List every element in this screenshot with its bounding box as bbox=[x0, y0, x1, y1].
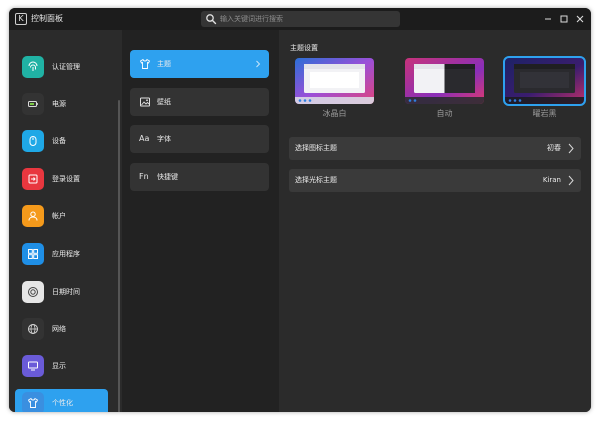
sidebar-item-label: 日期时间 bbox=[52, 288, 80, 296]
user-icon bbox=[22, 205, 44, 227]
font-icon: Aa bbox=[139, 134, 150, 143]
maximize-button[interactable] bbox=[558, 13, 570, 25]
sidebar-item-label: 认证管理 bbox=[52, 63, 80, 71]
sidebar-scrollbar[interactable] bbox=[118, 100, 120, 412]
sidebar-item-auth[interactable]: 认证管理 bbox=[15, 53, 108, 82]
shirt-icon bbox=[139, 58, 151, 69]
subitem-wallpaper[interactable]: 壁纸 bbox=[130, 88, 269, 116]
fingerprint-icon bbox=[22, 56, 44, 78]
close-button[interactable] bbox=[574, 13, 586, 25]
theme-thumbnail[interactable] bbox=[405, 58, 484, 104]
sidebar-item-personalization[interactable]: 个性化 bbox=[15, 389, 108, 412]
theme-thumbnail[interactable] bbox=[295, 58, 374, 104]
chevron-right-icon bbox=[568, 143, 574, 154]
theme-thumbnail[interactable] bbox=[503, 56, 586, 106]
monitor-icon bbox=[22, 355, 44, 377]
row-label: 选择图标主题 bbox=[295, 144, 337, 152]
chevron-right-icon bbox=[256, 60, 261, 68]
main-content: 主题设置 冰晶白 自动 曜岩黑 选择图标主题 初春 选择光标主题 Kiran bbox=[279, 30, 591, 412]
sidebar-item-label: 网络 bbox=[52, 325, 66, 333]
sidebar-item-devices[interactable]: 设备 bbox=[15, 127, 108, 156]
sidebar-item-display[interactable]: 显示 bbox=[15, 352, 108, 381]
mouse-icon bbox=[22, 130, 44, 152]
subitem-label: 字体 bbox=[157, 135, 171, 143]
theme-option-dark[interactable]: 曜岩黑 bbox=[503, 56, 586, 133]
chevron-right-icon bbox=[568, 175, 574, 186]
apps-icon bbox=[22, 243, 44, 265]
sidebar-item-label: 登录设置 bbox=[52, 175, 80, 183]
sidebar-item-datetime[interactable]: 日期时间 bbox=[15, 278, 108, 307]
subitem-font[interactable]: Aa 字体 bbox=[130, 125, 269, 153]
subitem-shortcuts[interactable]: Fn 快捷键 bbox=[130, 163, 269, 191]
theme-label: 自动 bbox=[436, 109, 453, 118]
sub-panel: 主题 壁纸 Aa 字体 Fn 快捷键 bbox=[122, 30, 279, 412]
search-box[interactable]: 输入关键词进行搜索 bbox=[201, 11, 400, 27]
theme-label: 曜岩黑 bbox=[532, 109, 557, 118]
row-value: Kiran bbox=[542, 176, 561, 184]
sidebar-item-label: 设备 bbox=[52, 137, 66, 145]
function-key-icon: Fn bbox=[139, 172, 149, 181]
row-value: 初春 bbox=[547, 144, 561, 152]
sidebar-item-label: 个性化 bbox=[52, 399, 73, 407]
minimize-button[interactable] bbox=[542, 13, 554, 25]
subitem-label: 主题 bbox=[157, 60, 171, 68]
sidebar-item-label: 显示 bbox=[52, 362, 66, 370]
sidebar-item-apps[interactable]: 应用程序 bbox=[15, 240, 108, 269]
icon-theme-row[interactable]: 选择图标主题 初春 bbox=[289, 137, 581, 160]
theme-option-light[interactable]: 冰晶白 bbox=[295, 58, 374, 133]
sidebar-item-label: 应用程序 bbox=[52, 250, 80, 258]
sidebar-item-label: 帐户 bbox=[52, 212, 66, 220]
window-title: 控制面板 bbox=[31, 14, 63, 23]
sidebar-item-account[interactable]: 帐户 bbox=[15, 202, 108, 231]
theme-option-auto[interactable]: 自动 bbox=[405, 58, 484, 133]
row-label: 选择光标主题 bbox=[295, 176, 337, 184]
theme-label: 冰晶白 bbox=[322, 109, 347, 118]
sidebar-item-network[interactable]: 网络 bbox=[15, 315, 108, 344]
shirt-icon bbox=[22, 392, 44, 412]
control-panel-window: K 控制面板 输入关键词进行搜索 认证管理 电源 设备 登录设置 帐户 应用程序… bbox=[9, 8, 591, 412]
globe-icon bbox=[22, 318, 44, 340]
app-logo-icon: K bbox=[15, 13, 27, 25]
search-icon bbox=[206, 14, 217, 25]
sidebar-item-login[interactable]: 登录设置 bbox=[15, 165, 108, 194]
subitem-theme[interactable]: 主题 bbox=[130, 50, 269, 78]
image-icon bbox=[140, 97, 150, 107]
sidebar: 认证管理 电源 设备 登录设置 帐户 应用程序 日期时间 网络 显示 个性化 bbox=[9, 30, 122, 412]
cursor-theme-row[interactable]: 选择光标主题 Kiran bbox=[289, 169, 581, 192]
battery-icon bbox=[22, 93, 44, 115]
clock-icon bbox=[22, 281, 44, 303]
subitem-label: 壁纸 bbox=[157, 98, 171, 106]
login-icon bbox=[22, 168, 44, 190]
search-input[interactable]: 输入关键词进行搜索 bbox=[220, 14, 283, 24]
sidebar-item-power[interactable]: 电源 bbox=[15, 90, 108, 119]
section-title: 主题设置 bbox=[290, 44, 318, 52]
sidebar-item-label: 电源 bbox=[52, 100, 66, 108]
subitem-label: 快捷键 bbox=[157, 173, 178, 181]
title-bar[interactable]: K 控制面板 输入关键词进行搜索 bbox=[9, 8, 591, 30]
